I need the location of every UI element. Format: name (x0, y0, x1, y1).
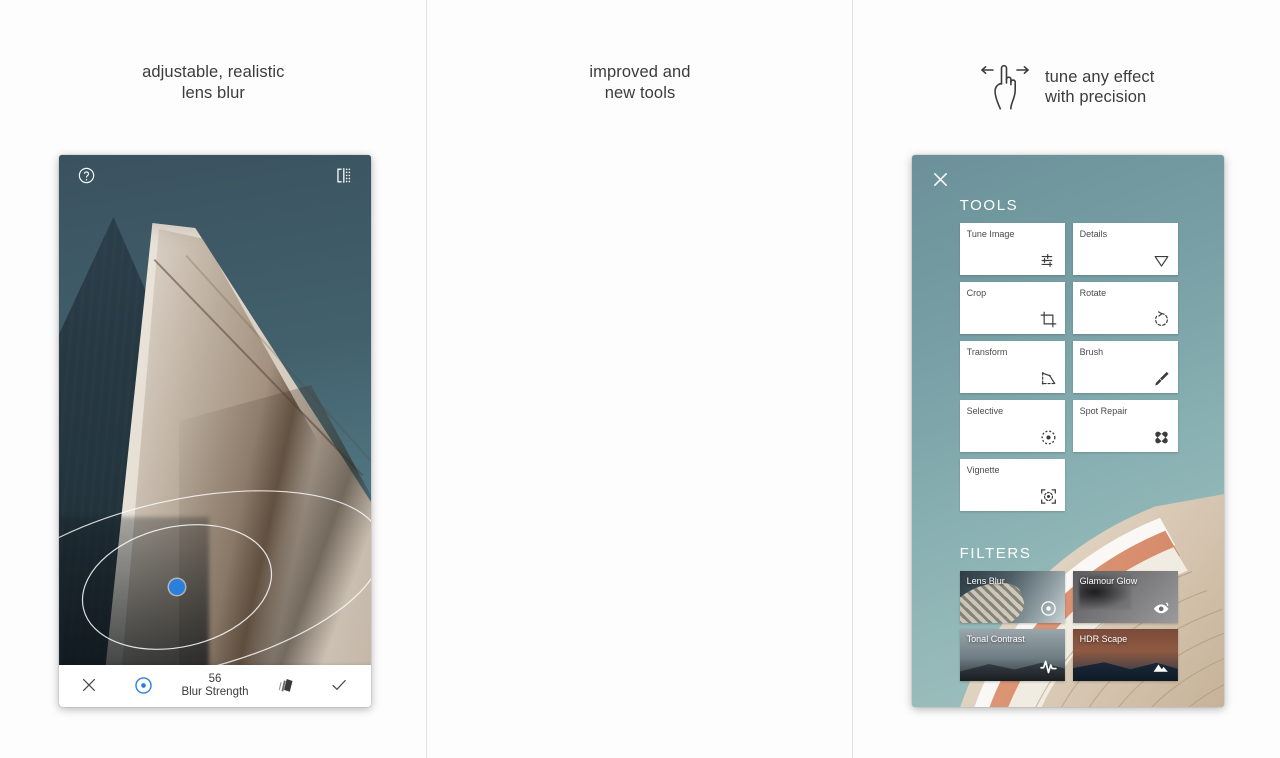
caption-text: tune any effect with precision (1045, 67, 1154, 108)
sliders-icon (1039, 251, 1058, 270)
filter-card-glamour-glow[interactable]: Glamour Glow (1072, 571, 1178, 623)
filter-label: Tonal Contrast (966, 634, 1025, 644)
app-bottombar: 56 Blur Strength (59, 665, 371, 707)
tool-card-crop[interactable]: Crop (959, 282, 1065, 334)
checkmark-icon[interactable] (329, 675, 351, 697)
tool-label: Selective (966, 406, 1004, 416)
waveform-icon (1039, 657, 1058, 676)
blur-center-control-point[interactable] (169, 579, 185, 595)
glow-eye-icon (1152, 599, 1171, 618)
app-screen-lens-blur: 56 Blur Strength (59, 155, 371, 707)
tool-label: Brush (1079, 347, 1104, 357)
filter-label: Lens Blur (966, 576, 1005, 586)
blur-center-target-icon[interactable] (133, 675, 155, 697)
tool-label: Spot Repair (1079, 406, 1128, 416)
tool-card-transform[interactable]: Transform (959, 341, 1065, 393)
section-heading-filters: FILTERS (959, 545, 1032, 562)
tool-card-spot-repair[interactable]: Spot Repair (1072, 400, 1178, 452)
photo-canvas[interactable] (59, 155, 371, 707)
filter-card-hdr-scape[interactable]: HDR Scape (1072, 629, 1178, 681)
layers-stack-icon[interactable] (275, 675, 297, 697)
bottombar-center: 56 Blur Strength (101, 673, 329, 699)
panel-lens-blur: adjustable, realistic lens blur 56 Blur … (0, 0, 427, 758)
caption-precision: tune any effect with precision (853, 62, 1280, 112)
filter-card-lens-blur[interactable]: Lens Blur (959, 571, 1065, 623)
section-heading-tools: TOOLS (959, 197, 1019, 214)
selective-dot-icon (1039, 428, 1058, 447)
tool-label: Transform (966, 347, 1008, 357)
filter-card-tonal-contrast[interactable]: Tonal Contrast (959, 629, 1065, 681)
caption-lens-blur: adjustable, realistic lens blur (0, 62, 427, 103)
tool-label: Crop (966, 288, 987, 298)
caption-line-2: with precision (1044, 88, 1147, 106)
tool-label: Tune Image (966, 229, 1015, 239)
rotate-icon (1152, 310, 1171, 329)
device-frame-tools: TOOLS Tune Image Details Crop Rotate Tra… (911, 155, 1224, 707)
caption-line-2: new tools (604, 83, 676, 102)
crop-icon (1039, 310, 1058, 329)
tool-card-tune-image[interactable]: Tune Image (959, 223, 1065, 275)
tool-card-brush[interactable]: Brush (1072, 341, 1178, 393)
caption-tools: improved and new tools (427, 62, 854, 103)
caption-line-1: tune any effect (1044, 67, 1155, 86)
adjustment-readout: 56 Blur Strength (181, 673, 248, 699)
app-screen-tools: TOOLS Tune Image Details Crop Rotate Tra… (911, 155, 1224, 707)
tool-label: Vignette (966, 465, 1000, 475)
help-circle-icon[interactable] (77, 166, 96, 190)
tools-grid: Tune Image Details Crop Rotate Transform… (959, 223, 1178, 511)
close-icon[interactable] (79, 675, 101, 697)
tool-card-details[interactable]: Details (1072, 223, 1178, 275)
tools-menu-overlay: TOOLS Tune Image Details Crop Rotate Tra… (912, 155, 1224, 707)
transform-icon (1039, 369, 1058, 388)
blur-center-target-icon (1039, 599, 1058, 618)
filters-grid: Lens Blur Glamour Glow Tonal Contrast HD… (959, 571, 1178, 681)
brush-icon (1152, 369, 1171, 388)
filter-label: Glamour Glow (1079, 576, 1138, 586)
tool-card-rotate[interactable]: Rotate (1072, 282, 1178, 334)
app-topbar (59, 155, 371, 201)
tool-card-selective[interactable]: Selective (959, 400, 1065, 452)
tool-label: Rotate (1079, 288, 1107, 298)
triangle-down-icon (1152, 251, 1171, 270)
adjustment-value: 56 (208, 672, 222, 685)
bandage-icon (1152, 428, 1171, 447)
panel-divider (426, 0, 427, 758)
caption-line-1: adjustable, realistic (142, 63, 285, 81)
caption-line-2: lens blur (181, 83, 245, 102)
panels-container: adjustable, realistic lens blur 56 Blur … (0, 0, 1280, 758)
vignette-icon (1039, 487, 1058, 506)
filter-label: HDR Scape (1079, 634, 1128, 644)
adjustment-label: Blur Strength (181, 686, 249, 698)
swipe-hand-gesture-icon (979, 62, 1031, 112)
device-frame-lens-blur: 56 Blur Strength (59, 155, 371, 707)
panel-divider (852, 0, 853, 758)
compare-before-after-icon[interactable] (334, 166, 353, 190)
close-icon[interactable] (930, 169, 951, 195)
tool-card-vignette[interactable]: Vignette (959, 459, 1065, 511)
panel-tools: improved and new tools TOOLS Tune Image … (427, 0, 1224, 758)
caption-line-1: improved and (589, 63, 691, 81)
mountains-icon (1152, 657, 1171, 676)
tool-label: Details (1079, 229, 1108, 239)
